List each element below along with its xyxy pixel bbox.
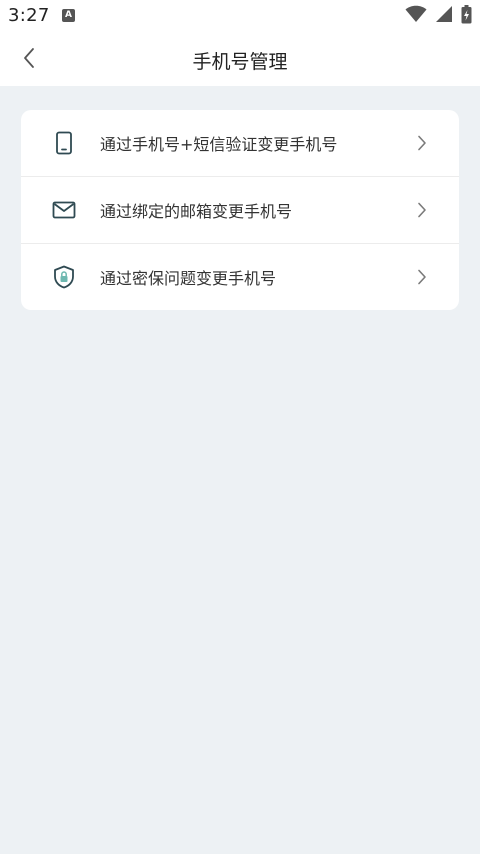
option-phone-sms[interactable]: 通过手机号+短信验证变更手机号 [21,110,459,176]
verification-options-card: 通过手机号+短信验证变更手机号 通过绑定的邮箱变更手机号 通过密保问题变更手机号 [21,110,459,310]
battery-icon [461,4,472,28]
option-security-question[interactable]: 通过密保问题变更手机号 [21,243,459,310]
option-bound-email[interactable]: 通过绑定的邮箱变更手机号 [21,176,459,243]
chevron-right-icon [415,134,429,152]
status-time: 3:27 [8,5,50,26]
option-label: 通过密保问题变更手机号 [100,269,277,288]
option-label: 通过手机号+短信验证变更手机号 [100,135,338,154]
signal-icon [435,5,453,27]
app-bar: 手机号管理 [0,34,480,86]
notification-a-icon: A [62,9,75,22]
page-title: 手机号管理 [192,51,288,73]
mail-icon [51,197,77,223]
option-label: 通过绑定的邮箱变更手机号 [100,202,293,221]
phone-icon [51,130,77,156]
status-icons [405,4,472,28]
chevron-right-icon [415,201,429,219]
chevron-right-icon [415,268,429,286]
shield-lock-icon [51,264,77,290]
status-bar: 3:27 A [0,0,480,34]
wifi-icon [405,5,427,27]
